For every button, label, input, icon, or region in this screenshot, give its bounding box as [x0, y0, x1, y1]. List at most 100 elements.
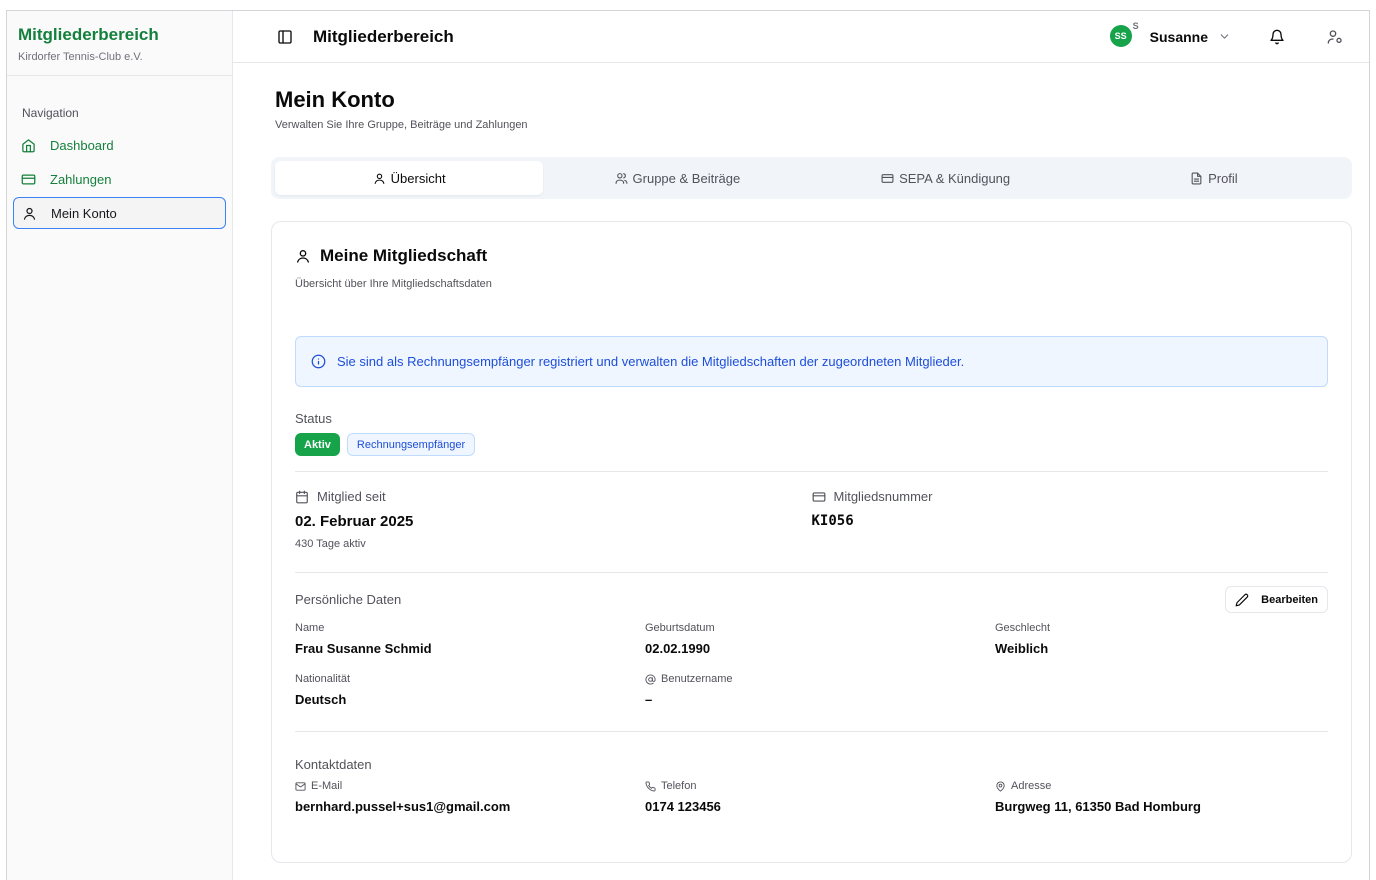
bell-icon	[1270, 29, 1284, 44]
user-menu[interactable]: SS S Susanne	[1109, 21, 1231, 49]
member-since-label-text: Mitglied seit	[317, 489, 386, 504]
sidebar-item-label: Dashboard	[50, 137, 114, 153]
info-icon	[311, 354, 326, 369]
member-number-value: KI056	[811, 513, 854, 529]
status-badges: Aktiv Rechnungsempfänger	[295, 433, 1328, 456]
tab-label: Profil	[1208, 170, 1238, 186]
users-icon	[615, 172, 627, 184]
field-label: Geburtsdatum	[645, 622, 715, 634]
app-window: Mitgliederbereich Kirdorfer Tennis-Club …	[6, 10, 1370, 880]
status-badge-rechnungsempfaenger: Rechnungsempfänger	[346, 433, 476, 456]
member-since-days: 430 Tage aktiv	[295, 538, 366, 550]
field-value: bernhard.pussel+sus1@gmail.com	[295, 799, 511, 814]
field-label-text: Benutzername	[661, 673, 733, 685]
account-button[interactable]	[1323, 25, 1347, 49]
tabs: Übersicht Gruppe & Beiträge SEPA & Kündi…	[271, 157, 1352, 199]
member-number-label-text: Mitgliedsnummer	[833, 489, 933, 504]
home-icon	[22, 138, 35, 152]
pencil-icon	[1235, 593, 1249, 606]
member-since-label: Mitglied seit	[295, 489, 812, 504]
card-subtitle: Übersicht über Ihre Mitgliedschaftsdaten	[295, 278, 492, 290]
membership-info: Mitglied seit 02. Februar 2025 430 Tage …	[295, 489, 1328, 550]
member-since: Mitglied seit 02. Februar 2025 430 Tage …	[295, 489, 812, 550]
sidebar: Mitgliederbereich Kirdorfer Tennis-Club …	[7, 11, 233, 880]
sidebar-item-label: Mein Konto	[51, 205, 117, 221]
chevron-down-icon	[1220, 34, 1229, 39]
notifications-button[interactable]	[1265, 25, 1289, 49]
brand-subtitle: Kirdorfer Tennis-Club e.V.	[18, 51, 143, 63]
field-label: Adresse	[995, 780, 1325, 792]
personal-title: Persönliche Daten	[295, 592, 402, 607]
field-phone: Telefon 0174 123456	[645, 780, 995, 814]
edit-button-label: Bearbeiten	[1261, 593, 1318, 606]
sidebar-item-label: Zahlungen	[50, 171, 112, 187]
map-pin-icon	[996, 780, 1005, 792]
user-cog-icon	[1327, 29, 1342, 44]
topbar-title: Mitgliederbereich	[313, 26, 454, 46]
field-label: Geschlecht	[995, 622, 1051, 634]
field-value: Weiblich	[995, 641, 1049, 656]
field-email: E-Mail bernhard.pussel+sus1@gmail.com	[295, 780, 645, 814]
field-label-text: Adresse	[1011, 780, 1052, 792]
sidebar-item-mein-konto[interactable]: Mein Konto	[13, 197, 226, 229]
divider	[295, 731, 1328, 732]
field-value: Deutsch	[295, 692, 347, 707]
edit-button[interactable]: Bearbeiten	[1225, 586, 1328, 613]
card-title: Meine Mitgliedschaft	[295, 246, 1328, 266]
tab-profil[interactable]: Profil	[1080, 161, 1348, 195]
field-name: Name Frau Susanne Schmid	[295, 622, 645, 656]
field-value: 0174 123456	[645, 799, 721, 814]
field-gender: Geschlecht Weiblich	[995, 622, 1325, 656]
user-name: Susanne	[1149, 28, 1208, 45]
file-text-icon	[1191, 172, 1202, 184]
member-number: Mitgliedsnummer KI056	[812, 489, 1329, 550]
avatar-wrap: SS S	[1109, 21, 1140, 49]
field-value: Frau Susanne Schmid	[295, 641, 432, 656]
topbar: Mitgliederbereich SS S Susanne	[233, 11, 1369, 63]
field-value: Burgweg 11, 61350 Bad Homburg	[995, 799, 1201, 814]
credit-card-icon	[881, 173, 894, 183]
sidebar-item-dashboard[interactable]: Dashboard	[13, 129, 226, 161]
field-value: 02.02.1990	[645, 641, 711, 656]
personal-fields: Name Frau Susanne Schmid Geburtsdatum 02…	[295, 622, 1328, 707]
field-label: Telefon	[645, 780, 995, 792]
field-value: –	[645, 692, 653, 707]
brand-title: Mitgliederbereich	[18, 25, 159, 44]
field-label: Nationalität	[295, 673, 351, 685]
calendar-icon	[296, 490, 308, 503]
tab-gruppe-beitraege[interactable]: Gruppe & Beiträge	[543, 161, 811, 195]
avatar-fallback: S	[1132, 20, 1139, 31]
page-title: Mein Konto	[275, 87, 395, 112]
field-label: Name	[295, 622, 325, 634]
field-nationality: Nationalität Deutsch	[295, 673, 645, 707]
field-birthdate: Geburtsdatum 02.02.1990	[645, 622, 995, 656]
tab-uebersicht[interactable]: Übersicht	[275, 161, 544, 195]
nav-label: Navigation	[22, 106, 79, 120]
credit-card-icon	[21, 174, 36, 184]
sidebar-item-zahlungen[interactable]: Zahlungen	[13, 163, 226, 195]
info-alert: Sie sind als Rechnungsempfänger registri…	[295, 336, 1328, 387]
divider	[295, 572, 1328, 573]
personal-header: Persönliche Daten Bearbeiten	[295, 586, 1328, 613]
member-number-label: Mitgliedsnummer	[812, 489, 1329, 504]
field-label: Benutzername	[645, 673, 995, 685]
field-address: Adresse Burgweg 11, 61350 Bad Homburg	[995, 780, 1325, 814]
brand: Mitgliederbereich Kirdorfer Tennis-Club …	[7, 11, 232, 76]
status-badge-aktiv: Aktiv	[295, 433, 340, 456]
tab-label: SEPA & Kündigung	[899, 170, 1011, 186]
member-since-value: 02. Februar 2025	[295, 513, 414, 530]
user-icon	[297, 250, 309, 263]
card-title-text: Meine Mitgliedschaft	[320, 246, 488, 265]
info-text: Sie sind als Rechnungsempfänger registri…	[337, 354, 965, 369]
tab-sepa-kuendigung[interactable]: SEPA & Kündigung	[812, 161, 1080, 195]
field-username: Benutzername –	[645, 673, 995, 707]
user-icon	[23, 207, 36, 220]
sidebar-toggle-icon[interactable]	[277, 29, 293, 45]
tab-label: Übersicht	[390, 170, 446, 186]
contact-fields: E-Mail bernhard.pussel+sus1@gmail.com Te…	[295, 780, 1328, 814]
field-label-text: Telefon	[661, 780, 697, 792]
tab-label: Gruppe & Beiträge	[632, 170, 741, 186]
page-subtitle: Verwalten Sie Ihre Gruppe, Beiträge und …	[275, 119, 528, 131]
main: Mitgliederbereich SS S Susanne Mein Kont…	[233, 11, 1369, 880]
avatar: SS	[1109, 24, 1132, 47]
